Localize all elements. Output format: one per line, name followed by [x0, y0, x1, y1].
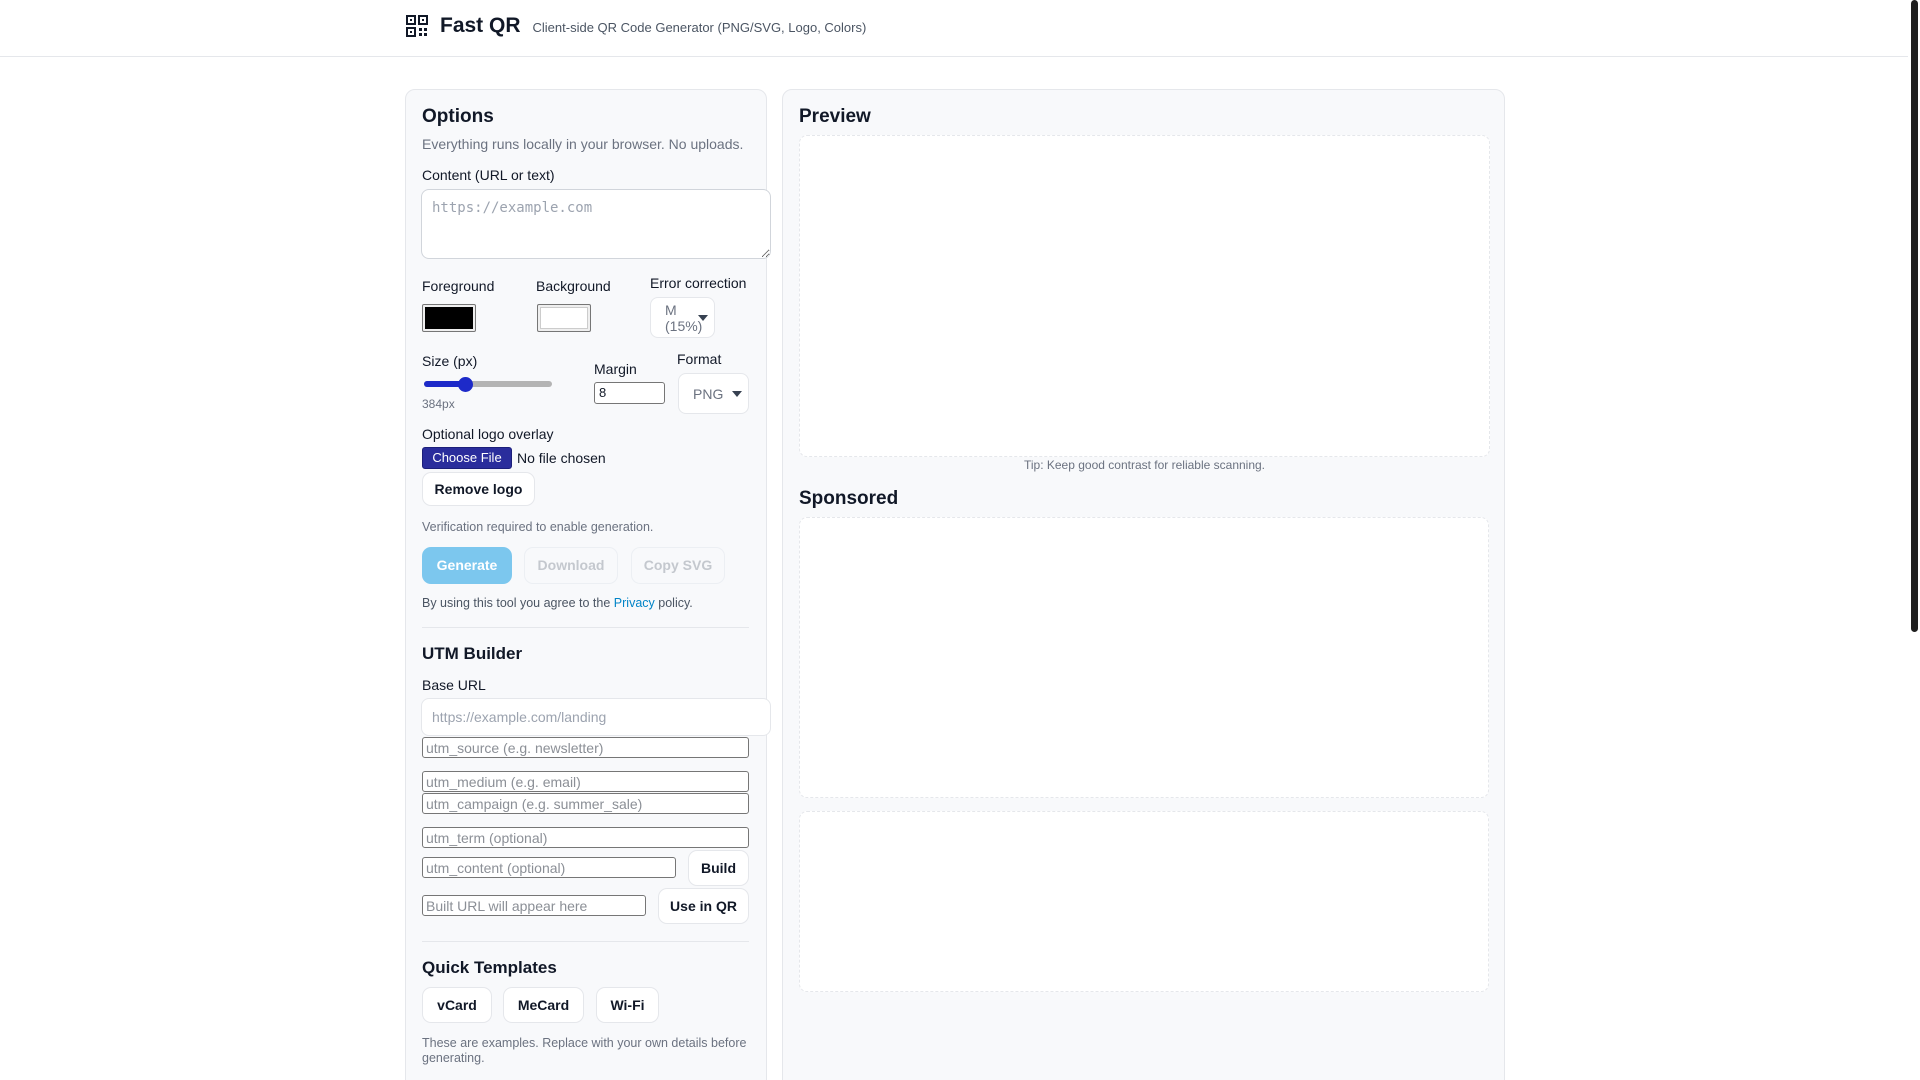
error-correction-label: Error correction — [650, 275, 747, 291]
scrollbar-thumb[interactable] — [1911, 0, 1918, 632]
foreground-color-swatch — [425, 307, 473, 329]
options-title: Options — [422, 106, 494, 127]
content-input[interactable] — [421, 189, 771, 259]
choose-file-button[interactable]: Choose File — [422, 447, 512, 469]
mecard-button[interactable]: MeCard — [503, 987, 584, 1023]
top-bar: Fast QR Client-side QR Code Generator (P… — [0, 0, 1908, 57]
wifi-button[interactable]: Wi-Fi — [596, 987, 659, 1023]
terms-prefix: By using this tool you agree to the — [422, 596, 611, 610]
build-button[interactable]: Build — [688, 850, 749, 886]
sponsored-ad-slot[interactable] — [799, 811, 1489, 992]
base-url-label: Base URL — [422, 677, 486, 693]
vcard-button[interactable]: vCard — [422, 987, 492, 1023]
no-file-text: No file chosen — [517, 450, 606, 466]
utm-source-input[interactable] — [422, 737, 749, 758]
chevron-down-icon — [732, 390, 742, 397]
terms-suffix: policy. — [658, 596, 693, 610]
use-in-qr-button[interactable]: Use in QR — [658, 888, 749, 924]
preview-title: Preview — [799, 106, 871, 127]
templates-title: Quick Templates — [422, 958, 557, 977]
terms-text: By using this tool you agree to the Priv… — [422, 596, 693, 610]
divider — [422, 627, 749, 628]
background-color-swatch — [540, 307, 588, 329]
size-label: Size (px) — [422, 353, 478, 369]
sponsored-title: Sponsored — [799, 488, 899, 509]
brand-name: Fast QR — [440, 14, 521, 37]
utm-medium-input[interactable] — [422, 771, 749, 792]
privacy-link[interactable]: Privacy — [614, 596, 655, 610]
qr-code-icon — [406, 15, 428, 37]
templates-note: These are examples. Replace with your ow… — [422, 1036, 747, 1065]
size-value: 384px — [422, 397, 455, 411]
chevron-down-icon — [698, 314, 708, 321]
foreground-color-picker[interactable] — [422, 304, 476, 332]
utm-content-input[interactable] — [422, 857, 676, 878]
content-label: Content (URL or text) — [422, 167, 555, 183]
preview-canvas — [799, 135, 1490, 457]
copy-svg-button[interactable]: Copy SVG — [631, 547, 725, 584]
utm-term-input[interactable] — [422, 827, 749, 848]
foreground-label: Foreground — [422, 278, 495, 294]
margin-label: Margin — [594, 361, 637, 377]
verification-text: Verification required to enable generati… — [422, 520, 654, 534]
format-value: PNG — [693, 385, 724, 402]
remove-logo-button[interactable]: Remove logo — [422, 472, 535, 506]
download-button[interactable]: Download — [524, 547, 618, 584]
sponsored-ad-slot[interactable] — [799, 517, 1489, 798]
format-label: Format — [677, 351, 722, 367]
vertical-scrollbar[interactable] — [1908, 0, 1920, 1080]
divider — [422, 941, 749, 942]
preview-tip: Tip: Keep good contrast for reliable sca… — [1023, 458, 1266, 472]
size-slider-thumb[interactable] — [457, 377, 473, 392]
size-slider[interactable] — [424, 381, 552, 387]
error-correction-select[interactable]: M (15%) — [650, 297, 715, 338]
brand[interactable]: Fast QR Client-side QR Code Generator (P… — [406, 14, 866, 38]
options-subtitle: Everything runs locally in your browser.… — [422, 136, 744, 152]
logo-label: Optional logo overlay — [422, 426, 554, 442]
background-label: Background — [536, 278, 611, 294]
utm-campaign-input[interactable] — [422, 793, 749, 814]
background-color-picker[interactable] — [537, 304, 591, 332]
base-url-input[interactable] — [421, 698, 771, 736]
generate-button[interactable]: Generate — [422, 547, 512, 584]
built-url-input[interactable] — [422, 895, 646, 916]
brand-tagline: Client-side QR Code Generator (PNG/SVG, … — [532, 20, 867, 35]
size-slider-fill — [424, 381, 463, 387]
format-select[interactable]: PNG — [678, 373, 749, 414]
margin-input[interactable]: 8 — [594, 382, 665, 404]
utm-title: UTM Builder — [422, 644, 523, 663]
